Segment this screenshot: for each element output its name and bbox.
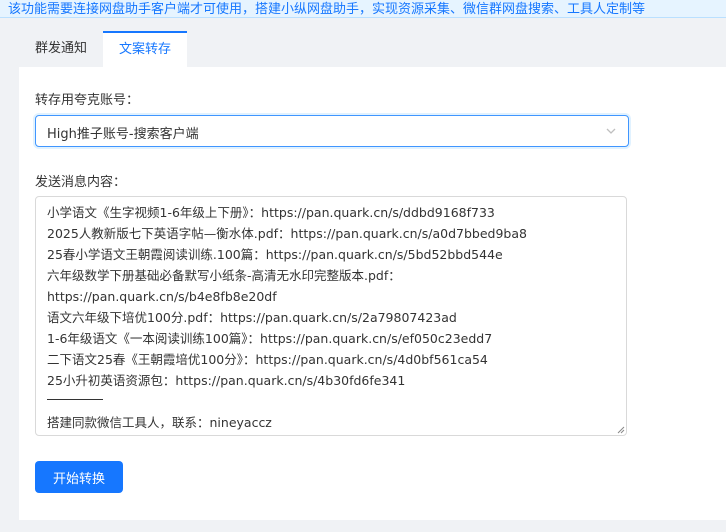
message-divider [47,399,103,400]
start-convert-button[interactable]: 开始转换 [35,461,123,493]
chevron-down-icon [606,128,616,134]
account-label: 转存用夸克账号： [35,93,140,108]
tab-group-notify[interactable]: 群发通知 [19,31,103,67]
message-label: 发送消息内容： [35,175,127,190]
transfer-form-panel: 转存用夸克账号： High推子账号-搜索客户端 发送消息内容： 小学语文《生字视… [19,67,726,520]
message-line: 语文六年级下培优100分.pdf：https://pan.quark.cn/s/… [47,310,457,325]
message-line: 25春小学语文王朝霞阅读训练.100篇：https://pan.quark.cn… [47,247,503,262]
message-line: 2025人教新版七下英语字帖—衡水体.pdf：https://pan.quark… [47,226,527,241]
message-line: 25小升初英语资源包：https://pan.quark.cn/s/4b30fd… [47,373,406,388]
message-line: https://pan.quark.cn/s/b4e8fb8e20df [47,289,277,304]
info-banner: 该功能需要连接网盘助手客户端才可使用，搭建小纵网盘助手，实现资源采集、微信群网盘… [0,0,726,18]
tab-copy-transfer[interactable]: 文案转存 [103,31,188,69]
account-select-value: High推子账号-搜索客户端 [47,127,199,142]
message-line: 小学语文《生字视频1-6年级上下册》：https://pan.quark.cn/… [47,205,495,220]
info-banner-text: 该功能需要连接网盘助手客户端才可使用，搭建小纵网盘助手，实现资源采集、微信群网盘… [8,2,646,17]
message-line: 六年级数学下册基础必备默写小纸条-高清无水印完整版本.pdf： [47,268,401,283]
resize-handle-icon[interactable] [616,425,625,434]
message-line: 搭建同款微信工具人，联系：nineyaccz [47,415,272,430]
tab-bar: 群发通知 文案转存 [19,31,188,69]
message-line: 1-6年级语文《一本阅读训练100篇》：https://pan.quark.cn… [47,331,493,346]
message-textarea[interactable]: 小学语文《生字视频1-6年级上下册》：https://pan.quark.cn/… [35,196,627,436]
account-select[interactable]: High推子账号-搜索客户端 [35,115,629,147]
message-line: 二下语文25春《王朝霞培优100分》：https://pan.quark.cn/… [47,352,488,367]
